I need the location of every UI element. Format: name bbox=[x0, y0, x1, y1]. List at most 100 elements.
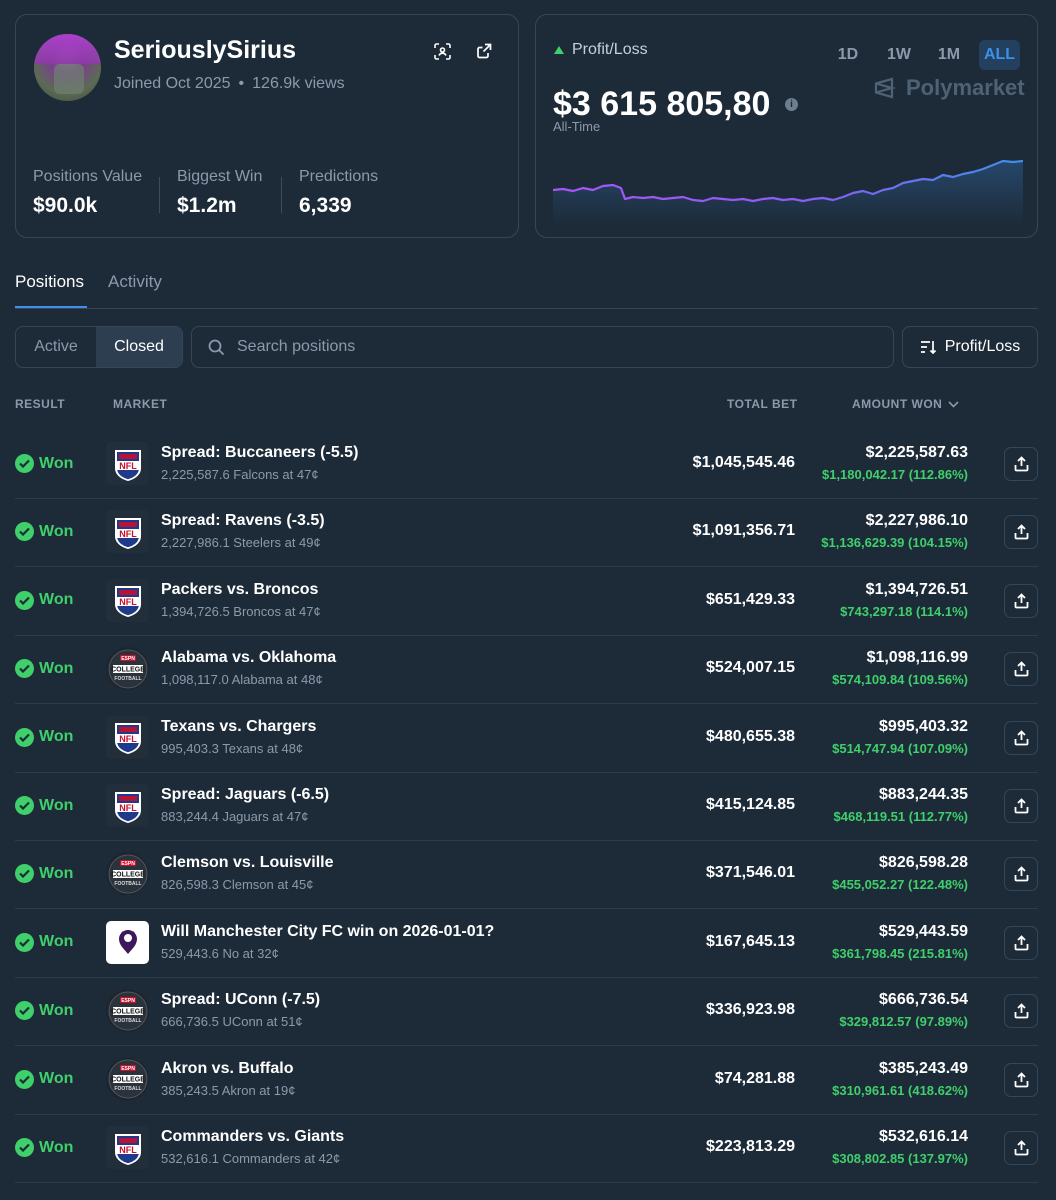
segment-closed[interactable]: Closed bbox=[96, 327, 182, 367]
check-circle-icon bbox=[15, 1001, 34, 1021]
table-row[interactable]: Won NFL Spread: Buccaneers (-5.5) 2,225,… bbox=[15, 430, 1038, 498]
share-button[interactable] bbox=[1004, 652, 1038, 687]
market-logo: NFL bbox=[106, 442, 149, 485]
tab-activity[interactable]: Activity bbox=[108, 272, 162, 292]
share-button[interactable] bbox=[1004, 583, 1038, 618]
share-button[interactable] bbox=[1004, 1131, 1038, 1165]
amount-won: $2,225,587.63 bbox=[865, 444, 968, 461]
market-title[interactable]: Clemson vs. Louisville bbox=[161, 854, 334, 872]
table-row[interactable]: Won ESPN COLLEGE FOOTBALL Clemson vs. Loui… bbox=[15, 840, 1038, 908]
svg-text:COLLEGE: COLLEGE bbox=[111, 666, 145, 673]
col-header-amount-won[interactable]: AMOUNT WON bbox=[852, 397, 959, 411]
market-outcome: 666,736.5 UConn at 51¢ bbox=[161, 1014, 303, 1030]
total-bet: $1,091,356.71 bbox=[692, 522, 795, 540]
amount-won: $995,403.32 bbox=[879, 717, 968, 735]
share-icon bbox=[1014, 1071, 1028, 1087]
stat-value: $1.2m bbox=[177, 194, 237, 217]
table-row[interactable]: Won NFL Spread: Jaguars (-6.5) 883,244.4… bbox=[15, 772, 1038, 840]
table-row[interactable]: Won ESPN COLLEGE FOOTBALL Spread: UConn (-… bbox=[15, 977, 1038, 1045]
check-circle-icon bbox=[15, 796, 34, 815]
stat-label: Predictions bbox=[299, 168, 379, 185]
share-button[interactable] bbox=[1004, 720, 1038, 755]
table-row[interactable]: Won ESPN COLLEGE FOOTBALL Akron vs. Buffal… bbox=[15, 1046, 1038, 1114]
market-title[interactable]: Alabama vs. Oklahoma bbox=[161, 649, 336, 667]
pnl-sparkline bbox=[553, 159, 1023, 225]
amount-won: $2,227,986.10 bbox=[865, 512, 968, 530]
market-logo: NFL bbox=[106, 1126, 149, 1169]
table-row[interactable]: Won NFL Commanders vs. Giants 532,616.1 … bbox=[15, 1114, 1038, 1182]
amount-won: $826,598.28 bbox=[879, 854, 968, 872]
result-label: Won bbox=[39, 864, 74, 882]
result-label: Won bbox=[39, 591, 74, 609]
info-icon[interactable]: i bbox=[785, 98, 798, 111]
divider bbox=[159, 177, 160, 213]
sort-label: Profit/Loss bbox=[944, 338, 1021, 355]
avatar[interactable] bbox=[34, 34, 101, 101]
external-link-icon[interactable] bbox=[473, 40, 495, 62]
market-title[interactable]: Packers vs. Broncos bbox=[161, 581, 318, 599]
amount-won: $529,443.59 bbox=[879, 922, 968, 940]
result-label: Won bbox=[39, 796, 74, 814]
share-button[interactable] bbox=[1004, 789, 1038, 823]
svg-text:ESPN: ESPN bbox=[121, 998, 135, 1004]
market-title[interactable]: Spread: Buccaneers (-5.5) bbox=[161, 444, 358, 462]
market-title[interactable]: Spread: Ravens (-3.5) bbox=[161, 512, 325, 530]
search-icon bbox=[208, 339, 225, 355]
tab-positions[interactable]: Positions bbox=[15, 272, 84, 292]
share-icon bbox=[1014, 935, 1028, 951]
share-button[interactable] bbox=[1004, 515, 1038, 550]
check-circle-icon bbox=[15, 454, 34, 473]
result-badge: Won bbox=[15, 796, 73, 815]
result-badge: Won bbox=[15, 522, 73, 542]
view-count: 126.9k views bbox=[252, 75, 345, 92]
table-row[interactable]: Won NFL Packers vs. Broncos 1,394,726.5 … bbox=[15, 567, 1038, 635]
market-title[interactable]: Spread: UConn (-7.5) bbox=[161, 991, 320, 1009]
timeframe-1w[interactable]: 1W bbox=[879, 40, 919, 70]
result-label: Won bbox=[39, 1001, 74, 1019]
segment-active[interactable]: Active bbox=[16, 327, 96, 367]
check-circle-icon bbox=[15, 1138, 34, 1157]
svg-text:ESPN: ESPN bbox=[121, 861, 135, 867]
share-icon bbox=[1014, 1140, 1028, 1156]
share-button[interactable] bbox=[1004, 857, 1038, 892]
market-logo: ESPN COLLEGE FOOTBALL bbox=[106, 1057, 149, 1101]
result-badge: Won bbox=[15, 864, 74, 884]
share-button[interactable] bbox=[1004, 447, 1038, 481]
table-row[interactable]: Won NFL Spread: Ravens (-3.5) 2,227,986.… bbox=[15, 498, 1038, 566]
nfl-logo-icon: NFL bbox=[114, 723, 141, 755]
svg-text:NFL: NFL bbox=[119, 597, 137, 607]
market-title[interactable]: Akron vs. Buffalo bbox=[161, 1060, 293, 1078]
result-label: Won bbox=[39, 1070, 74, 1088]
col-header-total-bet[interactable]: TOTAL BET bbox=[727, 397, 798, 411]
amount-won: $883,244.35 bbox=[879, 786, 968, 803]
sort-button[interactable]: Profit/Loss bbox=[902, 326, 1038, 368]
search-input[interactable] bbox=[237, 338, 837, 356]
market-title[interactable]: Commanders vs. Giants bbox=[161, 1128, 344, 1146]
total-bet: $336,923.98 bbox=[706, 1001, 795, 1019]
total-bet: $74,281.88 bbox=[714, 1069, 795, 1087]
market-title[interactable]: Will Manchester City FC win on 2026-01-0… bbox=[161, 923, 494, 941]
profit-amount: $361,798.45 (215.81%) bbox=[832, 945, 968, 961]
market-logo: ESPN COLLEGE FOOTBALL bbox=[106, 852, 149, 896]
market-title[interactable]: Spread: Jaguars (-6.5) bbox=[161, 786, 329, 804]
table-row[interactable]: Won Will Manchester City FC win on 2026-… bbox=[15, 909, 1038, 977]
table-row[interactable]: Won NFL Texans vs. Chargers 995,403.3 Te… bbox=[15, 704, 1038, 772]
result-label: Won bbox=[39, 1138, 74, 1156]
market-outcome: 532,616.1 Commanders at 42¢ bbox=[161, 1151, 341, 1166]
share-button[interactable] bbox=[1004, 1062, 1038, 1097]
timeframe-1m[interactable]: 1M bbox=[929, 40, 969, 70]
pnl-label: Profit/Loss bbox=[554, 41, 648, 59]
share-button[interactable] bbox=[1004, 994, 1038, 1029]
svg-text:NFL: NFL bbox=[119, 461, 137, 471]
market-title[interactable]: Texans vs. Chargers bbox=[161, 718, 316, 736]
timeframe-1d[interactable]: 1D bbox=[830, 40, 866, 70]
check-circle-icon bbox=[15, 590, 34, 610]
share-button[interactable] bbox=[1004, 925, 1038, 960]
svg-text:ESPN: ESPN bbox=[121, 1066, 135, 1072]
scan-icon[interactable] bbox=[431, 40, 453, 62]
timeframe-all[interactable]: ALL bbox=[979, 40, 1020, 70]
amount-won: $1,394,726.51 bbox=[865, 580, 968, 598]
amount-won: $666,736.54 bbox=[879, 991, 968, 1009]
result-badge: Won bbox=[15, 932, 73, 952]
table-row[interactable]: Won ESPN COLLEGE FOOTBALL Alabama vs. Okla… bbox=[15, 635, 1038, 703]
